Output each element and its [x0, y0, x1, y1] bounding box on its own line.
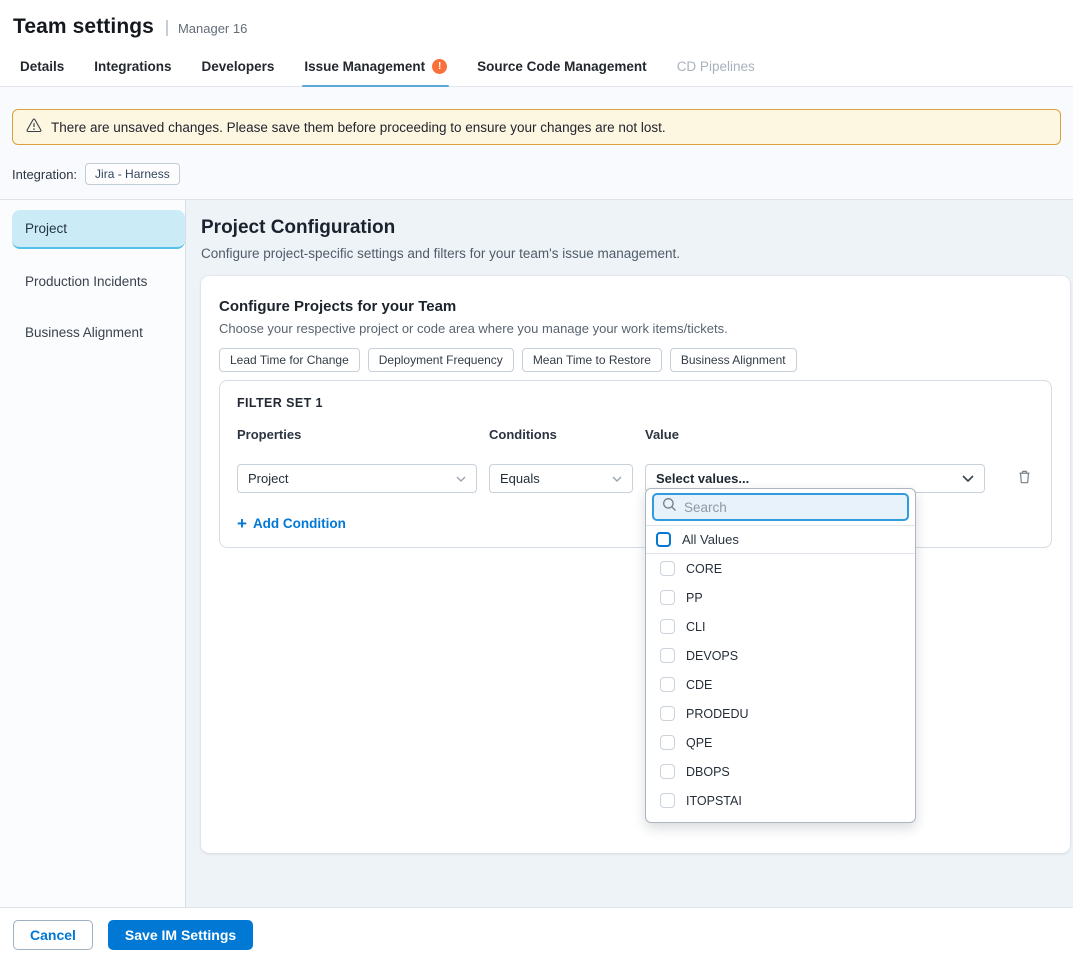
tab-cd-pipelines: CD Pipelines	[677, 50, 755, 86]
card-subtitle: Choose your respective project or code a…	[219, 321, 1052, 336]
filter-condition-row: Project Equals Select values...	[237, 464, 1034, 493]
unsaved-changes-banner: There are unsaved changes. Please save t…	[12, 109, 1061, 145]
option-checkbox[interactable]	[660, 590, 675, 605]
integration-row: Integration: Jira - Harness	[12, 145, 1061, 199]
option-checkbox[interactable]	[660, 706, 675, 721]
delete-condition-button[interactable]	[1015, 467, 1034, 490]
chevron-down-icon	[456, 476, 466, 482]
tab-issue-management[interactable]: Issue Management !	[304, 50, 447, 86]
chip-lead-time-for-change[interactable]: Lead Time for Change	[219, 348, 360, 372]
tab-source-code-management[interactable]: Source Code Management	[477, 50, 647, 86]
page-header: Team settings Manager 16	[0, 0, 1073, 50]
filter-set-1: FILTER SET 1 Properties Conditions Value…	[219, 380, 1052, 548]
sidebar-item-production-incidents[interactable]: Production Incidents	[12, 263, 185, 300]
chip-deployment-frequency[interactable]: Deployment Frequency	[368, 348, 514, 372]
cancel-button[interactable]: Cancel	[13, 920, 93, 950]
section-subtitle: Configure project-specific settings and …	[201, 246, 1070, 261]
tab-developers[interactable]: Developers	[202, 50, 275, 86]
option-checkbox[interactable]	[660, 764, 675, 779]
integration-label: Integration:	[12, 167, 77, 182]
option-checkbox[interactable]	[660, 648, 675, 663]
title-divider	[166, 20, 168, 36]
chevron-down-icon	[962, 475, 974, 482]
tab-details[interactable]: Details	[20, 50, 64, 86]
warning-icon	[26, 118, 42, 136]
value-column-label: Value	[645, 427, 985, 442]
option-itopstai[interactable]: ITOPSTAI	[646, 786, 915, 815]
option-checkbox[interactable]	[660, 735, 675, 750]
option-checkbox[interactable]	[660, 619, 675, 634]
tab-integrations[interactable]: Integrations	[94, 50, 171, 86]
option-all-values[interactable]: All Values	[646, 526, 915, 553]
option-checkbox[interactable]	[660, 822, 675, 823]
integration-chip[interactable]: Jira - Harness	[85, 163, 180, 185]
all-values-checkbox[interactable]	[656, 532, 671, 547]
action-footer: Cancel Save IM Settings	[0, 907, 1073, 961]
trash-icon	[1017, 469, 1032, 488]
condition-select[interactable]: Equals	[489, 464, 633, 493]
chevron-down-icon	[612, 476, 622, 482]
notice-section: There are unsaved changes. Please save t…	[0, 87, 1073, 200]
save-im-settings-button[interactable]: Save IM Settings	[108, 920, 253, 950]
configure-projects-card: Configure Projects for your Team Choose …	[201, 276, 1070, 853]
add-condition-button[interactable]: + Add Condition	[237, 515, 346, 532]
property-select[interactable]: Project	[237, 464, 477, 493]
search-placeholder: Search	[684, 500, 727, 515]
banner-text: There are unsaved changes. Please save t…	[51, 120, 666, 135]
option-checkbox[interactable]	[660, 561, 675, 576]
chip-business-alignment[interactable]: Business Alignment	[670, 348, 797, 372]
option-pp[interactable]: PP	[646, 583, 915, 612]
value-dropdown-panel: Search All Values CORE PP CLI DEVOPS CDE…	[645, 488, 916, 823]
sidebar-item-project[interactable]: Project	[12, 210, 185, 249]
card-title: Configure Projects for your Team	[219, 298, 1052, 315]
search-icon	[662, 497, 677, 517]
option-cli[interactable]: CLI	[646, 612, 915, 641]
filter-column-headers: Properties Conditions Value	[237, 427, 1034, 442]
option-devops[interactable]: DEVOPS	[646, 641, 915, 670]
settings-sidebar: Project Production Incidents Business Al…	[0, 200, 186, 907]
option-cde[interactable]: CDE	[646, 670, 915, 699]
unsaved-changes-badge-icon: !	[432, 59, 447, 74]
option-dbops[interactable]: DBOPS	[646, 757, 915, 786]
page-title: Team settings	[13, 15, 154, 39]
metric-chips: Lead Time for Change Deployment Frequenc…	[219, 348, 1052, 372]
properties-column-label: Properties	[237, 427, 477, 442]
option-pipe[interactable]: PIPE	[646, 815, 915, 823]
dropdown-search-input[interactable]: Search	[652, 493, 909, 521]
conditions-column-label: Conditions	[489, 427, 633, 442]
option-core[interactable]: CORE	[646, 554, 915, 583]
page-subtitle: Manager 16	[178, 21, 247, 36]
main-panel: Project Configuration Configure project-…	[186, 200, 1073, 907]
option-prodedu[interactable]: PRODEDU	[646, 699, 915, 728]
tab-bar: Details Integrations Developers Issue Ma…	[0, 50, 1073, 87]
sidebar-item-business-alignment[interactable]: Business Alignment	[12, 314, 185, 351]
plus-icon: +	[237, 515, 247, 532]
section-title: Project Configuration	[201, 217, 1070, 239]
chip-mean-time-to-restore[interactable]: Mean Time to Restore	[522, 348, 662, 372]
option-checkbox[interactable]	[660, 677, 675, 692]
option-qpe[interactable]: QPE	[646, 728, 915, 757]
option-checkbox[interactable]	[660, 793, 675, 808]
filter-set-title: FILTER SET 1	[237, 396, 1034, 410]
